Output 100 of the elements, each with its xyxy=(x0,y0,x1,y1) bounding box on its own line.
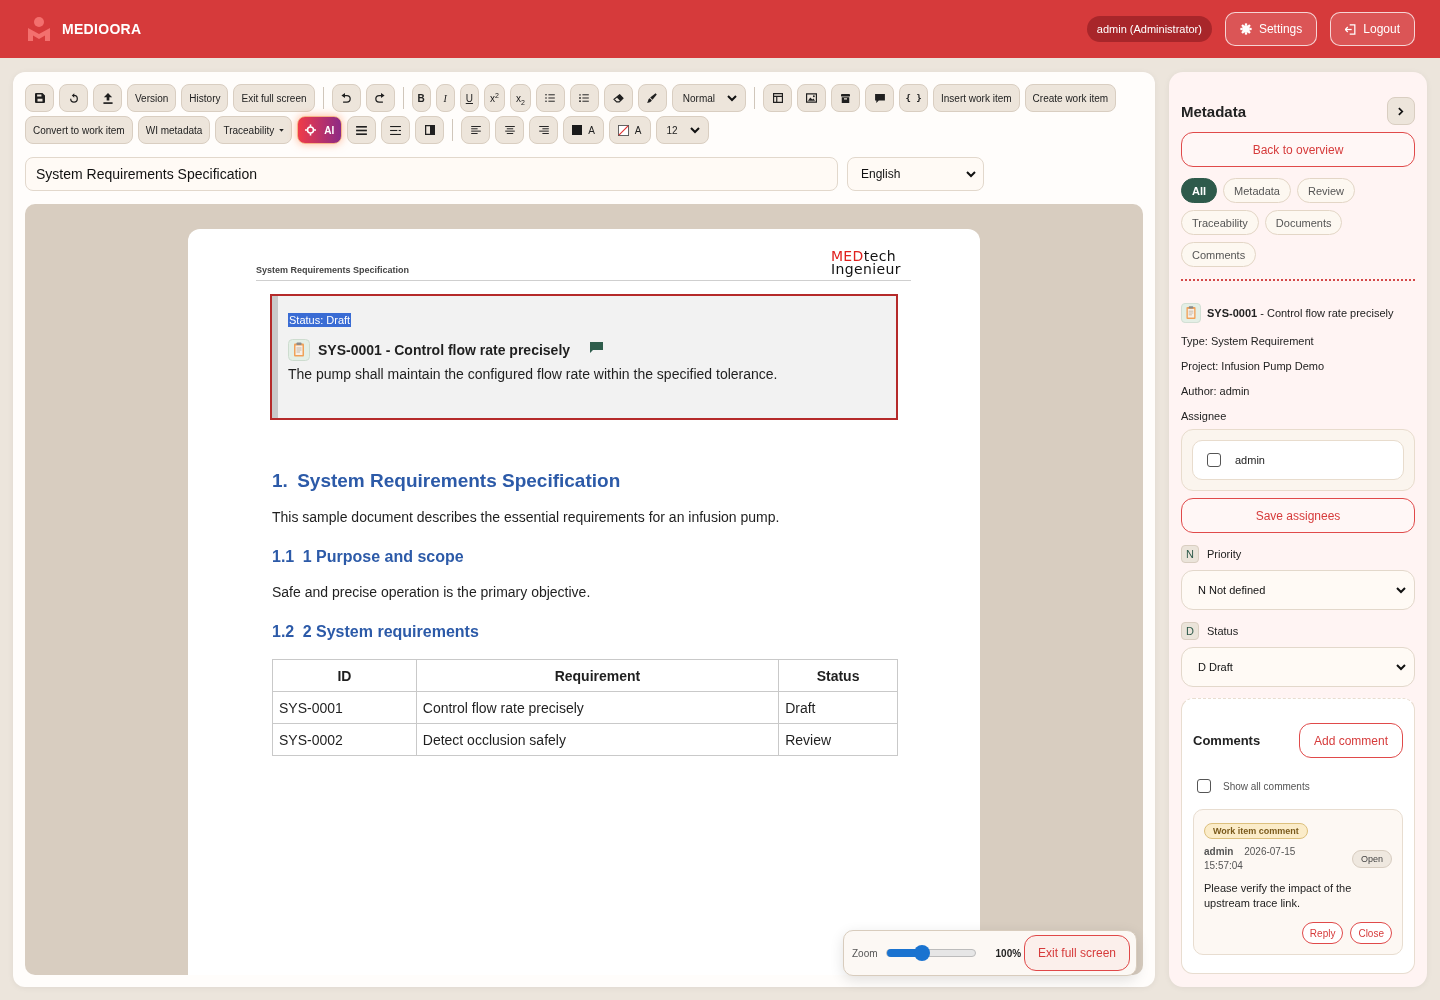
circular-arrow-icon xyxy=(69,93,78,103)
toolbar-select[interactable]: 12 xyxy=(655,116,709,144)
align-center-button[interactable] xyxy=(495,116,525,144)
table-cell: Review xyxy=(778,723,898,756)
caret-icon xyxy=(279,128,285,132)
toolbar-button[interactable]: Version xyxy=(127,84,177,112)
lines-icon xyxy=(356,125,368,135)
status-pill: Open xyxy=(1351,850,1392,868)
align-left-icon xyxy=(470,126,481,134)
clear-format-button[interactable] xyxy=(603,84,633,112)
format-painter-button[interactable] xyxy=(637,84,667,112)
table-cell: Detect occlusion safely xyxy=(416,723,779,756)
user-role-badge: admin (Administrator) xyxy=(1086,16,1212,42)
clipboard-icon xyxy=(288,339,310,361)
align-left-button[interactable] xyxy=(461,116,491,144)
brand-name: MEDIOORA xyxy=(62,21,142,37)
zoom-value: 100% xyxy=(995,947,1022,959)
field-label: Assignee xyxy=(1181,409,1228,423)
superscript-button[interactable]: x$^{2}$ xyxy=(484,84,505,112)
align-right-icon xyxy=(538,126,549,134)
upload-button[interactable] xyxy=(93,84,122,112)
metadata-field: Author: admin xyxy=(1181,384,1415,398)
exit-full-screen-button[interactable]: Exit full screen xyxy=(1023,935,1130,971)
align-right-button[interactable] xyxy=(529,116,559,144)
filter-chip[interactable]: Metadata xyxy=(1223,178,1291,203)
table-cell: SYS-0001 xyxy=(272,691,417,724)
align-center-icon xyxy=(504,126,515,134)
redo-icon xyxy=(375,93,385,103)
eraser-icon xyxy=(612,93,624,103)
settings-button[interactable]: Settings xyxy=(1224,12,1318,46)
save-icon xyxy=(34,93,45,103)
checkbox[interactable] xyxy=(1207,453,1221,467)
toolbar-button[interactable]: Exit full screen xyxy=(233,84,315,112)
toolbar-button[interactable]: Insert work item xyxy=(933,84,1020,112)
metadata-field: Project: Infusion Pump Demo xyxy=(1181,359,1415,373)
comment-button[interactable] xyxy=(865,84,895,112)
dropdown-select[interactable]: D Draft xyxy=(1181,647,1415,687)
filter-chip[interactable]: All xyxy=(1181,178,1218,203)
block-style-button[interactable] xyxy=(415,116,445,144)
save-assignees-button[interactable]: Save assignees xyxy=(1181,498,1415,533)
add-comment-button[interactable]: Add comment xyxy=(1298,723,1403,758)
toolbar-button[interactable]: Create work item xyxy=(1024,84,1117,112)
toolbar-button[interactable]: History xyxy=(181,84,229,112)
filter-chip[interactable]: Comments xyxy=(1181,242,1257,267)
toolbar-select[interactable]: Normal xyxy=(671,84,747,112)
crosshair-icon xyxy=(305,124,317,136)
logout-button[interactable]: Logout xyxy=(1330,12,1415,46)
line-spacing-button[interactable] xyxy=(347,116,377,144)
bullet-list-button[interactable] xyxy=(535,84,565,112)
assignee-option[interactable]: admin xyxy=(1192,440,1404,480)
insert-image-button[interactable] xyxy=(797,84,827,112)
status-label: Status: Draft xyxy=(288,313,352,327)
dropdown-select[interactable]: N Not defined xyxy=(1181,570,1415,610)
table-header-cell: ID xyxy=(272,659,417,692)
text-color-button[interactable]: A xyxy=(563,116,604,144)
checkbox[interactable] xyxy=(1197,779,1211,793)
body-paragraph: Safe and precise operation is the primary objective. xyxy=(272,583,592,601)
insert-table-button[interactable] xyxy=(763,84,793,112)
undo-button[interactable] xyxy=(331,84,361,112)
archive-button[interactable] xyxy=(831,84,861,112)
code-block-button[interactable]: { } xyxy=(899,84,929,112)
page-header-title: System Requirements Specification xyxy=(256,265,410,275)
table-header-cell: Requirement xyxy=(416,659,779,692)
dropdown-button[interactable]: Traceability xyxy=(215,116,293,144)
filter-chip[interactable]: Review xyxy=(1296,178,1355,203)
back-button[interactable]: Back to overview xyxy=(1181,132,1415,167)
toolbar-button[interactable]: Convert to work item xyxy=(25,116,133,144)
collapse-button[interactable] xyxy=(1387,97,1415,125)
image-icon xyxy=(806,93,818,103)
chevron-down-icon xyxy=(727,94,738,102)
bold-button[interactable]: B xyxy=(411,84,431,112)
company-logo: MEDtech Ingenieur xyxy=(830,250,901,276)
underline-button[interactable]: U xyxy=(459,84,479,112)
chevron-right-icon xyxy=(1398,106,1404,116)
toolbar-button[interactable]: WI metadata xyxy=(137,116,211,144)
comment-tag: Work item comment xyxy=(1204,823,1308,839)
comment-action-button[interactable]: Reply xyxy=(1301,922,1344,944)
redo-button[interactable] xyxy=(365,84,395,112)
reset-button[interactable] xyxy=(59,84,88,112)
document-title-input[interactable]: System Requirements Specification xyxy=(25,157,838,191)
zoom-label: Zoom xyxy=(852,947,878,959)
numbered-list-button[interactable] xyxy=(569,84,599,112)
section-heading: 1. System Requirements Specification xyxy=(272,469,622,493)
comment-action-button[interactable]: Close xyxy=(1350,922,1392,944)
work-item-title: SYS-0001 - Control flow rate precisely xyxy=(318,342,571,358)
language-select[interactable]: English xyxy=(847,157,984,191)
italic-button[interactable]: I xyxy=(435,84,455,112)
subscript-button[interactable]: x$_{2}$ xyxy=(509,84,531,112)
save-button[interactable] xyxy=(25,84,54,112)
comments-title: Comments xyxy=(1193,733,1261,748)
indent-button[interactable] xyxy=(381,116,411,144)
filter-chip[interactable]: Documents xyxy=(1264,210,1343,235)
work-item-description: The pump shall maintain the configured flow rate within the specified tolerance. xyxy=(288,366,779,382)
highlight-color-button[interactable]: A xyxy=(608,116,651,144)
sidebar-title: Metadata xyxy=(1181,102,1247,120)
filter-chip[interactable]: Traceability xyxy=(1181,210,1259,235)
letter-badge: N xyxy=(1181,545,1199,563)
metadata-field: Type: System Requirement xyxy=(1181,334,1415,348)
body-paragraph: This sample document describes the essential requirements for an infusion pump. xyxy=(272,508,781,526)
ai-button[interactable]: AI xyxy=(297,116,343,144)
